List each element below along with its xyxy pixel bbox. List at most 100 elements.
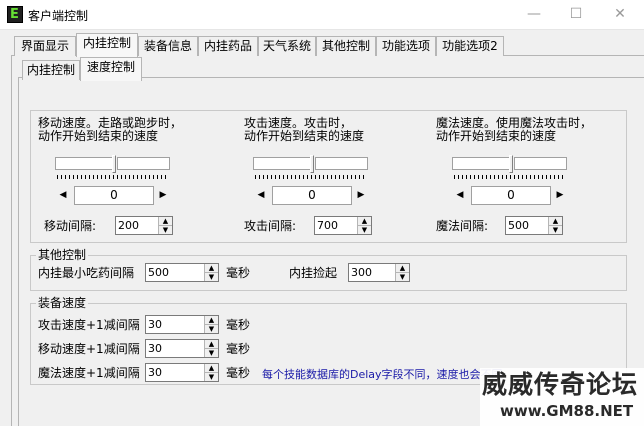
attack-left-arrow-icon[interactable]: ◀ (256, 188, 266, 202)
slider-tick (482, 175, 483, 179)
move-slider-thumb[interactable] (112, 155, 116, 173)
move-plus-input[interactable]: 30 ▲ ▼ (145, 339, 219, 358)
move-speed-value[interactable]: 0 (74, 186, 154, 205)
move-speed-stepper[interactable]: ◀ 0 ▶ (58, 186, 170, 205)
tab-plugin-potions[interactable]: 内挂药品 (198, 36, 258, 56)
slider-tick (271, 175, 272, 179)
slider-tick (323, 175, 324, 179)
maximize-button[interactable]: ☐ (564, 4, 588, 24)
spin-up-icon[interactable]: ▲ (396, 264, 409, 272)
move-left-arrow-icon[interactable]: ◀ (58, 188, 68, 202)
title-bar: E 客户端控制 — ☐ ✕ (0, 0, 644, 30)
slider-tick (85, 175, 86, 179)
slider-tick (466, 175, 467, 179)
slider-tick (101, 175, 102, 179)
attack-plus-unit: 毫秒 (226, 318, 251, 332)
potion-interval-spin-buttons[interactable]: ▲ ▼ (204, 264, 218, 281)
attack-slider-thumb[interactable] (310, 155, 314, 173)
spin-down-icon[interactable]: ▼ (205, 324, 218, 333)
magic-plus-input[interactable]: 30 ▲ ▼ (145, 363, 219, 382)
magic-speed-stepper[interactable]: ◀ 0 ▶ (455, 186, 567, 205)
slider-tick (267, 175, 268, 179)
attack-slider-ticks (255, 175, 367, 180)
move-interval-spin-buttons[interactable]: ▲ ▼ (158, 217, 172, 234)
slider-tick (287, 175, 288, 179)
spin-up-icon[interactable]: ▲ (205, 364, 218, 372)
tab-weather-system[interactable]: 天气系统 (258, 36, 316, 56)
spin-down-icon[interactable]: ▼ (205, 272, 218, 281)
subtab-speed-control[interactable]: 速度控制 (80, 57, 142, 81)
slider-tick (117, 175, 118, 179)
attack-slider-track-left (253, 157, 311, 170)
spin-up-icon[interactable]: ▲ (205, 316, 218, 324)
magic-slider-thumb[interactable] (509, 155, 513, 173)
magic-left-arrow-icon[interactable]: ◀ (455, 188, 465, 202)
potion-interval-input[interactable]: 500 ▲ ▼ (145, 263, 219, 282)
spin-down-icon[interactable]: ▼ (396, 272, 409, 281)
close-button[interactable]: ✕ (608, 4, 632, 24)
slider-tick (73, 175, 74, 179)
equip-speed-title: 装备速度 (36, 296, 89, 310)
tab-other-control[interactable]: 其他控制 (316, 36, 376, 56)
spin-up-icon[interactable]: ▲ (549, 217, 562, 225)
subtab-plugin-control[interactable]: 内挂控制 (22, 60, 80, 80)
slider-tick (105, 175, 106, 179)
slider-tick (145, 175, 146, 179)
spin-up-icon[interactable]: ▲ (205, 340, 218, 348)
slider-tick (153, 175, 154, 179)
slider-tick (458, 175, 459, 179)
spin-down-icon[interactable]: ▼ (205, 348, 218, 357)
spin-down-icon[interactable]: ▼ (358, 225, 371, 234)
attack-right-arrow-icon[interactable]: ▶ (356, 188, 366, 202)
slider-tick (165, 175, 166, 179)
potion-interval-label: 内挂最小吃药间隔 (38, 266, 135, 280)
attack-plus-input[interactable]: 30 ▲ ▼ (145, 315, 219, 334)
slider-tick (542, 175, 543, 179)
move-interval-input[interactable]: 200 ▲ ▼ (115, 216, 173, 235)
tab-function-options-2[interactable]: 功能选项2 (436, 36, 504, 56)
spin-up-icon[interactable]: ▲ (358, 217, 371, 225)
slider-tick (506, 175, 507, 179)
slider-tick (291, 175, 292, 179)
slider-tick (319, 175, 320, 179)
slider-tick (339, 175, 340, 179)
attack-speed-stepper[interactable]: ◀ 0 ▶ (256, 186, 368, 205)
forum-watermark: 威威传奇论坛 www.GM88.NET (480, 368, 644, 426)
magic-plus-spin-buttons[interactable]: ▲ ▼ (204, 364, 218, 381)
move-interval-label: 移动间隔: (44, 219, 97, 233)
move-interval-value: 200 (118, 219, 139, 232)
attack-interval-input[interactable]: 700 ▲ ▼ (314, 216, 372, 235)
slider-tick (502, 175, 503, 179)
slider-tick (486, 175, 487, 179)
magic-slider-track-right (514, 157, 567, 170)
magic-speed-value[interactable]: 0 (471, 186, 551, 205)
other-control-title: 其他控制 (36, 248, 89, 262)
attack-speed-desc-line1: 攻击速度。攻击时， (244, 116, 353, 130)
app-icon: E (7, 6, 23, 23)
tab-function-options[interactable]: 功能选项 (376, 36, 436, 56)
slider-tick (121, 175, 122, 179)
slider-tick (57, 175, 58, 179)
attack-interval-spin-buttons[interactable]: ▲ ▼ (357, 217, 371, 234)
magic-interval-input[interactable]: 500 ▲ ▼ (505, 216, 563, 235)
attack-plus-spin-buttons[interactable]: ▲ ▼ (204, 316, 218, 333)
pickup-input[interactable]: 300 ▲ ▼ (348, 263, 410, 282)
spin-down-icon[interactable]: ▼ (205, 372, 218, 381)
tab-ui-display[interactable]: 界面显示 (14, 36, 76, 56)
magic-right-arrow-icon[interactable]: ▶ (555, 188, 565, 202)
move-plus-spin-buttons[interactable]: ▲ ▼ (204, 340, 218, 357)
move-right-arrow-icon[interactable]: ▶ (158, 188, 168, 202)
slider-tick (129, 175, 130, 179)
magic-interval-spin-buttons[interactable]: ▲ ▼ (548, 217, 562, 234)
tab-plugin-control[interactable]: 内挂控制 (76, 33, 138, 57)
slider-tick (137, 175, 138, 179)
spin-up-icon[interactable]: ▲ (159, 217, 172, 225)
spin-down-icon[interactable]: ▼ (549, 225, 562, 234)
minimize-button[interactable]: — (522, 4, 546, 24)
spin-up-icon[interactable]: ▲ (205, 264, 218, 272)
slider-tick (554, 175, 555, 179)
attack-speed-value[interactable]: 0 (272, 186, 352, 205)
pickup-spin-buttons[interactable]: ▲ ▼ (395, 264, 409, 281)
spin-down-icon[interactable]: ▼ (159, 225, 172, 234)
tab-equipment-info[interactable]: 装备信息 (138, 36, 198, 56)
